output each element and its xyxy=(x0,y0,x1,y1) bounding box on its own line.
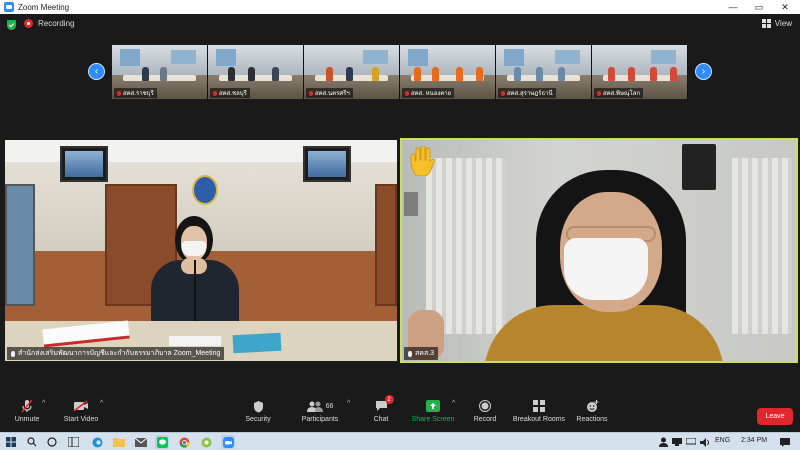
thumbnail-label: สคส. หนองคาย xyxy=(402,88,455,98)
thumbnail-label: สคส.ราชบุรี xyxy=(114,88,157,98)
chat-unread-badge: 2 xyxy=(384,395,394,404)
zoom-meeting-window: Zoom Meeting — ▭ ✕ Recording View ‹ สคส.… xyxy=(0,0,800,450)
chrome-browser-icon[interactable] xyxy=(177,435,191,449)
thumbnail-label: สคส.พิษณุโลก xyxy=(594,88,644,98)
minimize-button[interactable]: — xyxy=(720,0,746,14)
participants-button[interactable]: 66 Participants ^ xyxy=(285,398,355,423)
muted-mic-icon xyxy=(405,90,409,96)
network-icon[interactable] xyxy=(670,435,684,449)
video-name-label: สคส.3 xyxy=(404,347,439,360)
meeting-top-strip: Recording View xyxy=(0,14,800,36)
view-grid-icon xyxy=(761,19,771,28)
line-app-icon[interactable] xyxy=(155,435,169,449)
security-button[interactable]: Security xyxy=(223,398,293,423)
participants-icon xyxy=(306,401,323,412)
participant-thumbnail[interactable]: สคส.นครศรีฯ xyxy=(304,45,400,99)
zoom-app-icon xyxy=(4,2,14,12)
keyboard-language-indicator[interactable]: ENG xyxy=(715,437,730,444)
video-off-icon xyxy=(73,400,88,412)
leave-meeting-button[interactable]: Leave xyxy=(757,408,793,425)
recording-dot-icon xyxy=(24,19,33,28)
zoom-taskbar-icon[interactable] xyxy=(221,435,235,449)
window-title: Zoom Meeting xyxy=(18,2,70,12)
view-button[interactable]: View xyxy=(761,19,792,28)
windows-taskbar: ENG 2:34 PM xyxy=(0,432,800,450)
encryption-shield-icon[interactable] xyxy=(7,20,16,30)
participant-thumbnail[interactable]: สคส.ชลบุรี xyxy=(208,45,304,99)
start-video-button[interactable]: Start Video ^ xyxy=(46,398,116,423)
recording-label: Recording xyxy=(38,19,75,28)
breakout-rooms-icon xyxy=(533,400,545,412)
network-icon[interactable] xyxy=(684,435,698,449)
filmstrip-prev-button[interactable]: ‹ xyxy=(88,63,105,80)
thumbnail-label: สคส.ชลบุรี xyxy=(210,88,250,98)
share-screen-icon xyxy=(426,400,440,412)
participant-thumbnail[interactable]: สคส.ราชบุรี xyxy=(112,45,208,99)
main-video-right-active[interactable]: สคส.3 xyxy=(400,138,798,363)
notifications-icon[interactable] xyxy=(778,435,792,449)
reactions-button[interactable]: Reactions xyxy=(557,398,627,423)
system-clock[interactable]: 2:34 PM xyxy=(741,437,767,444)
participants-count: 66 xyxy=(325,402,334,410)
muted-mic-icon xyxy=(213,90,217,96)
thumbnail-label: สคส.สุราษฎร์ธานี xyxy=(498,88,556,98)
video-options-caret-icon[interactable]: ^ xyxy=(100,400,103,407)
maximize-button[interactable]: ▭ xyxy=(746,0,772,14)
participant-thumbnail[interactable]: สคส.พิษณุโลก xyxy=(592,45,688,99)
search-icon[interactable] xyxy=(25,435,39,449)
task-view-icon[interactable] xyxy=(45,435,59,449)
volume-icon[interactable] xyxy=(698,435,712,449)
muted-mic-icon xyxy=(597,90,601,96)
meeting-controls-bar: Unmute ^ Start Video ^ Security 66 Parti… xyxy=(0,395,800,430)
muted-microphone-icon xyxy=(21,399,33,413)
record-icon xyxy=(479,400,491,412)
video-name-label: สำนักส่งเสริมพัฒนาการบัญชีและกำกับธรรมาภ… xyxy=(7,347,225,360)
muted-mic-icon xyxy=(501,90,505,96)
audio-options-caret-icon[interactable]: ^ xyxy=(42,400,45,407)
main-video-left[interactable]: สำนักส่งเสริมพัฒนาการบัญชีและกำกับธรรมาภ… xyxy=(5,140,397,361)
widgets-icon[interactable] xyxy=(66,435,80,449)
reactions-emoji-icon xyxy=(586,399,598,412)
thumbnail-label: สคส.นครศรีฯ xyxy=(306,88,353,98)
mic-icon xyxy=(11,350,15,357)
muted-mic-icon xyxy=(117,90,121,96)
file-explorer-icon[interactable] xyxy=(112,435,126,449)
close-button[interactable]: ✕ xyxy=(772,0,798,14)
raise-hand-icon xyxy=(410,146,435,176)
title-bar: Zoom Meeting — ▭ ✕ xyxy=(0,0,800,14)
mic-icon xyxy=(408,350,412,357)
mail-icon[interactable] xyxy=(134,435,148,449)
user-icon[interactable] xyxy=(656,435,670,449)
view-label: View xyxy=(774,19,792,28)
muted-mic-icon xyxy=(309,90,313,96)
filmstrip-next-button[interactable]: › xyxy=(695,63,712,80)
participant-thumbnail[interactable]: สคส.สุราษฎร์ธานี xyxy=(496,45,592,99)
edge-browser-icon[interactable] xyxy=(90,435,104,449)
emblem-logo xyxy=(192,175,218,205)
security-shield-icon xyxy=(253,400,263,412)
participant-thumbnail[interactable]: สคส. หนองคาย xyxy=(400,45,496,99)
app-icon[interactable] xyxy=(199,435,213,449)
participant-filmstrip: สคส.ราชบุรี สคส.ชลบุรี สคส.นครศรีฯ สคส. … xyxy=(112,45,688,99)
recording-indicator[interactable]: Recording xyxy=(24,19,74,28)
windows-start-icon[interactable] xyxy=(4,435,18,449)
